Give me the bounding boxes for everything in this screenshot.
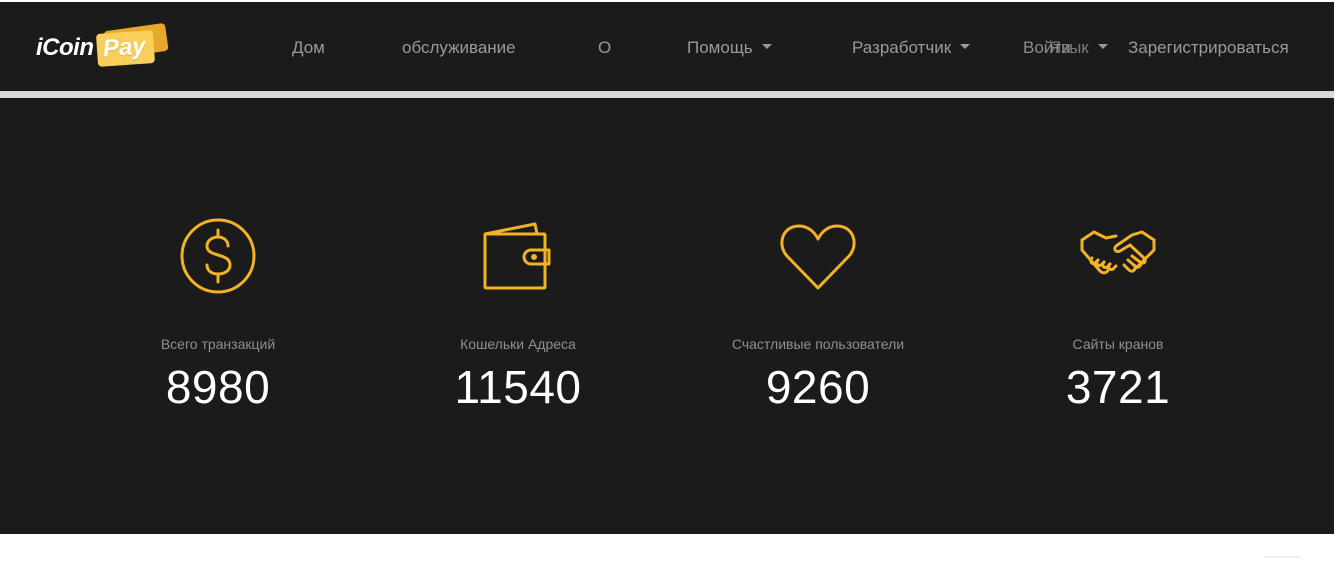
stat-total-transactions: Всего транзакций 8980: [68, 98, 368, 534]
stat-faucet-sites: Сайты кранов 3721: [968, 98, 1268, 534]
header-divider: [0, 91, 1334, 98]
stat-value: 11540: [454, 361, 582, 413]
nav-link-home-label: Дом: [292, 38, 325, 57]
nav-link-home[interactable]: Дом: [292, 38, 325, 58]
nav-link-services-label: обслуживание: [402, 38, 516, 57]
nav-dropdown-help-label: Помощь: [687, 38, 753, 57]
stat-label: Счастливые пользователи: [731, 336, 905, 352]
stat-label: Кошельки Адреса: [460, 336, 576, 352]
stat-wallet-addresses: Кошельки Адреса 11540: [368, 98, 668, 534]
logo[interactable]: iCoin Pay: [36, 22, 169, 67]
logo-pay-badge: Pay: [95, 22, 169, 67]
logo-text-pay: Pay: [95, 29, 155, 67]
stat-value: 8980: [165, 361, 271, 413]
stat-label: Сайты кранов: [1072, 336, 1164, 352]
page: iCoin Pay Дом обслуживание О Помощь Разр…: [0, 0, 1334, 563]
stat-value: 9260: [765, 361, 871, 413]
nav-dropdown-help[interactable]: Помощь: [687, 38, 772, 58]
footer-watermark: [1264, 556, 1300, 558]
logo-text-icoin: iCoin: [36, 34, 94, 61]
nav-dropdown-developer-label: Разработчик: [852, 38, 952, 57]
nav-link-login-label: Войти: [1023, 38, 1071, 57]
nav-link-login[interactable]: Войти: [1023, 38, 1071, 58]
wallet-icon: [478, 216, 558, 296]
chevron-down-icon: [960, 44, 971, 50]
nav-link-services[interactable]: обслуживание: [402, 38, 516, 58]
stats-section: Всего транзакций 8980 Кошельки Адреса 11…: [0, 98, 1334, 534]
nav-dropdown-developer[interactable]: Разработчик: [852, 38, 971, 58]
heart-icon: [778, 216, 858, 296]
top-navbar: iCoin Pay Дом обслуживание О Помощь Разр…: [0, 2, 1334, 91]
stat-happy-users: Счастливые пользователи 9260: [668, 98, 968, 534]
nav-link-about-label: О: [598, 38, 612, 57]
chevron-down-icon: [1097, 44, 1108, 50]
nav-link-register-label: Зарегистрироваться: [1128, 38, 1289, 57]
stat-value: 3721: [1065, 361, 1171, 413]
nav-link-about[interactable]: О: [598, 38, 611, 58]
dollar-coin-icon: [178, 216, 258, 296]
nav-link-register[interactable]: Зарегистрироваться: [1128, 38, 1289, 58]
stat-label: Всего транзакций: [160, 336, 276, 352]
chevron-down-icon: [761, 44, 772, 50]
handshake-icon: [1078, 216, 1158, 296]
